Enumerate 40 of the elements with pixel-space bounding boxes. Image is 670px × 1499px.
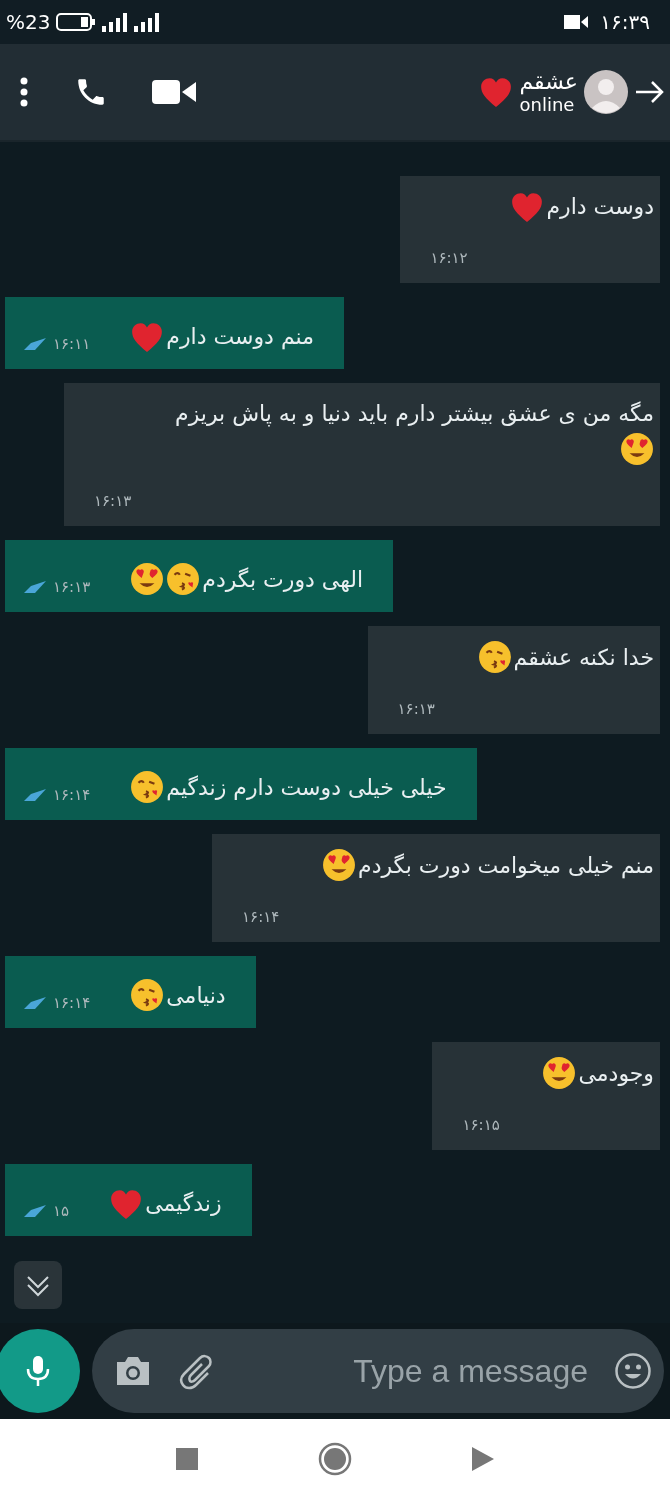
message-text: وجودمی [578,1059,654,1088]
message-text: زندگیمی [145,1190,222,1218]
message-bar[interactable]: Type a message [92,1329,664,1413]
message-text: منم دوست دارم [166,323,314,352]
message-time: ۱۶:۱۵ [462,1116,500,1134]
message-time: ۱۶:۱۴ [242,908,280,926]
heart-icon [479,76,514,108]
message-time: ۱۶:۱۲ [430,249,468,267]
message-time: ۱۶:۱۳ [53,578,91,596]
message-text: منم خیلی میخوامت دورت بگردم [358,851,654,881]
camera-icon[interactable] [114,1355,152,1387]
message-text: مگه من ی عشق بیشتر دارم باید دنیا و به پاش بریزم [175,400,654,429]
signal-icon [134,12,161,32]
battery-percentage: %23 [6,10,51,34]
clock: ۱۶:۳۹ [600,10,650,34]
more-options-icon[interactable] [18,77,30,107]
message-time: ۱۶:۱۱ [53,335,91,353]
signal-icon [102,12,129,32]
video-recording-icon [564,14,589,30]
battery-icon [56,12,97,32]
message-time: ۱۶:۱۴ [53,994,91,1012]
message-text: خدا نکنه عشقم [513,643,654,673]
message-text: خیلی خیلی دوست دارم زندگیم [166,773,447,803]
message-text: دوست دارم [546,193,654,221]
video-call-icon[interactable] [152,78,196,106]
contact-name: عشقم [519,69,578,94]
back-icon[interactable] [472,1447,494,1471]
home-icon[interactable] [318,1442,352,1476]
avatar-icon[interactable] [584,70,628,114]
message-time: ۱۶:۱۴ [53,786,91,804]
message-time: ۱۶:۱۳ [94,492,132,510]
message-text: دنیامی [166,981,226,1010]
smiley-icon[interactable] [614,1352,652,1390]
message-time: ۱۶:۱۳ [397,700,435,718]
presence-status: online [519,94,575,115]
back-arrow-icon[interactable] [634,80,664,104]
scroll-down-icon[interactable] [14,1261,62,1309]
message-text: الهی دورت بگردم [202,565,364,594]
microphone-icon [25,1355,51,1387]
message-time: ۱۵ [53,1202,70,1220]
